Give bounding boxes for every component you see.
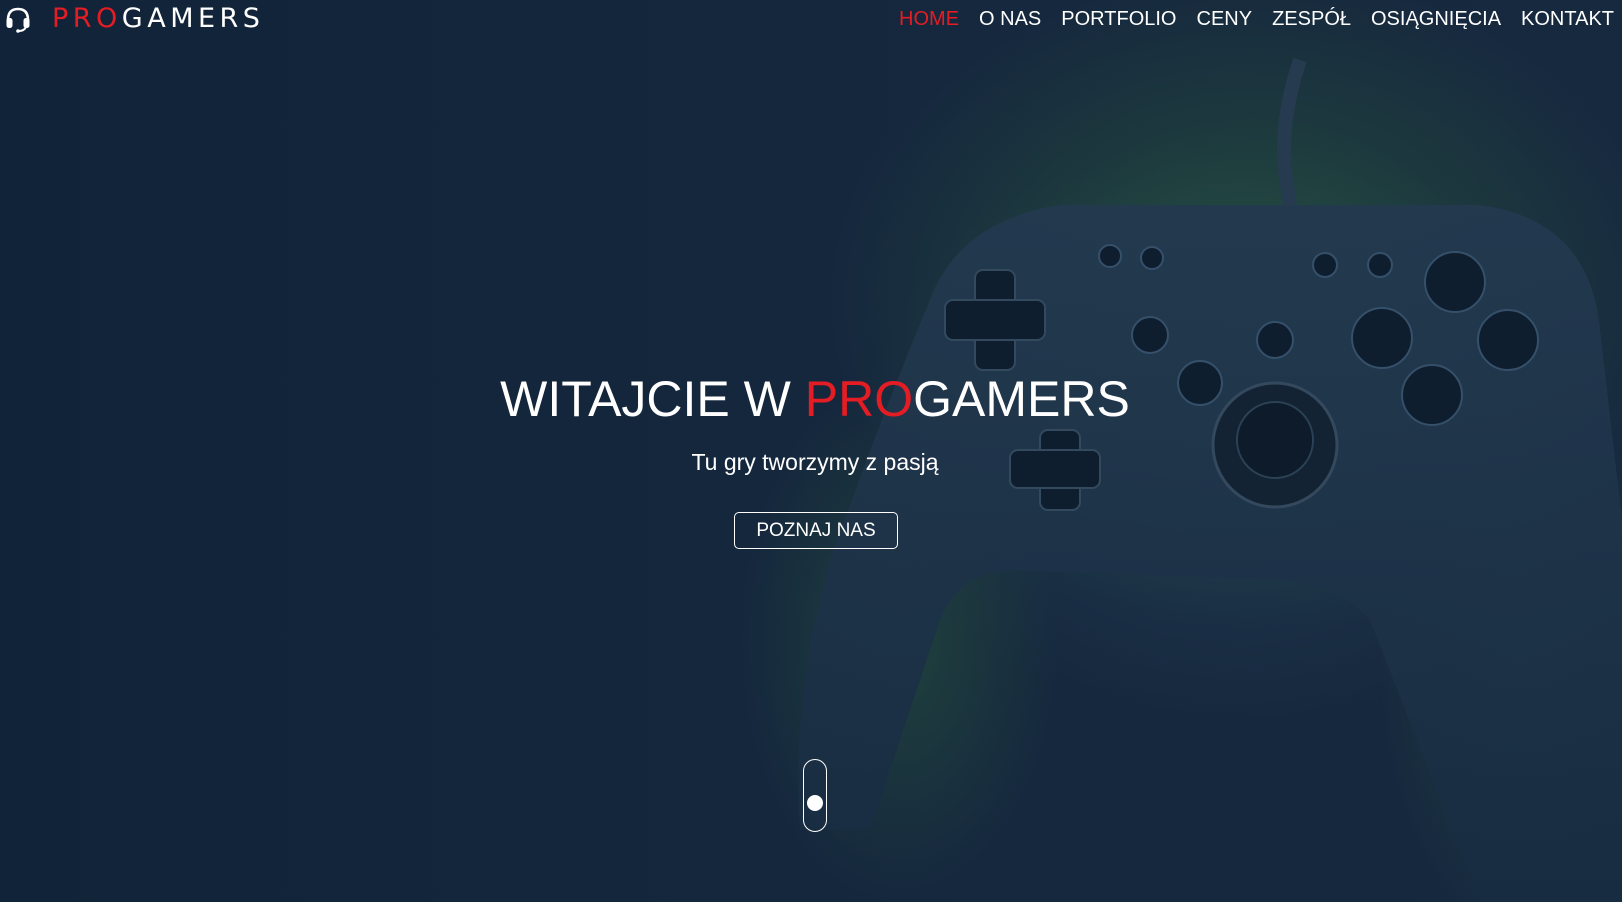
brand-name-rest: GAMERS	[121, 3, 265, 34]
brand-logo[interactable]: PROGAMERS	[4, 4, 264, 34]
brand-name-accent: PRO	[52, 3, 122, 34]
nav-item-zespol[interactable]: ZESPÓŁ	[1262, 7, 1361, 31]
scroll-wheel-dot	[807, 795, 823, 811]
brand-name: PROGAMERS	[52, 4, 264, 34]
nav-item-kontakt[interactable]: KONTAKT	[1511, 7, 1614, 31]
nav-item-o-nas[interactable]: O NAS	[969, 7, 1051, 31]
nav-item-home[interactable]: HOME	[889, 7, 969, 31]
hero-subtitle: Tu gry tworzymy z pasją	[691, 449, 939, 475]
nav-item-portfolio[interactable]: PORTFOLIO	[1051, 7, 1186, 31]
top-navbar: PROGAMERS HOME O NAS PORTFOLIO CENY ZESP…	[0, 0, 1622, 40]
poznaj-nas-button[interactable]: POZNAJ NAS	[734, 512, 898, 549]
hero-title-prefix: WITAJCIE W	[500, 371, 805, 427]
scroll-mouse-icon[interactable]	[803, 759, 827, 832]
hero-section: PROGAMERS HOME O NAS PORTFOLIO CENY ZESP…	[0, 0, 1622, 902]
hero-title-rest: GAMERS	[913, 371, 1130, 427]
nav-item-ceny[interactable]: CENY	[1187, 7, 1263, 31]
hero-title: WITAJCIE W PROGAMERS	[0, 370, 1622, 428]
nav-item-osiagniecia[interactable]: OSIĄGNIĘCIA	[1361, 7, 1511, 31]
hero-title-accent: PRO	[804, 371, 914, 427]
headset-icon	[6, 7, 30, 33]
main-menu: HOME O NAS PORTFOLIO CENY ZESPÓŁ OSIĄGNI…	[889, 7, 1614, 31]
